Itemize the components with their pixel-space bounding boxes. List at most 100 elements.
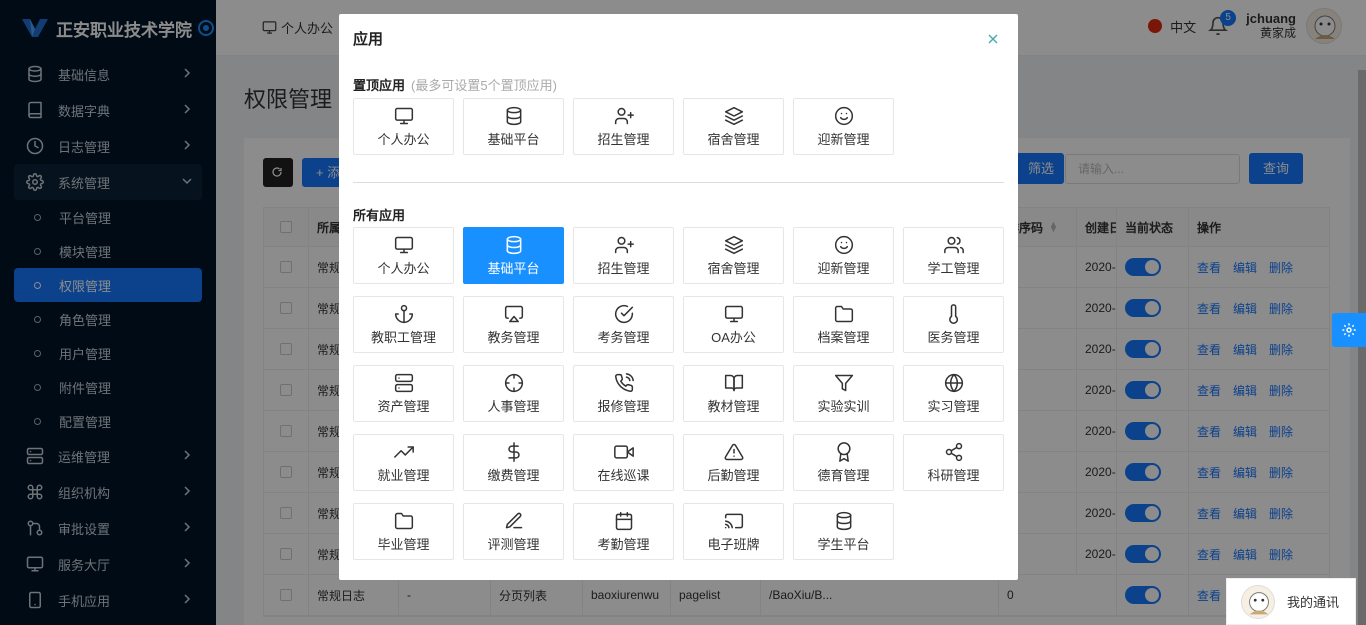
app-label: 档案管理 <box>817 329 870 345</box>
app-tile[interactable]: 毕业管理 <box>353 503 454 560</box>
user-plus-icon <box>614 107 634 124</box>
app-label: 科研管理 <box>927 467 980 483</box>
app-label: 实验实训 <box>817 398 870 414</box>
app-tile[interactable]: 基础平台 <box>463 98 564 155</box>
airplay-icon <box>504 305 523 322</box>
smile-icon <box>834 235 853 254</box>
app-tile[interactable]: 教材管理 <box>683 365 784 422</box>
app-tile[interactable]: 教务管理 <box>463 296 564 353</box>
video-icon <box>613 444 634 459</box>
app-tile[interactable]: 宿舍管理 <box>683 98 784 155</box>
app-tile[interactable]: 迎新管理 <box>793 227 894 284</box>
all-apps-grid: 个人办公 基础平台 招生管理 宿舍管理 迎新管理 学工管理教职工管理 教务管理 考务管理 OA办… <box>353 227 1004 560</box>
app-tile[interactable]: 缴费管理 <box>463 434 564 491</box>
app-label: 教材管理 <box>707 398 760 414</box>
app-tile[interactable]: 教职工管理 <box>353 296 454 353</box>
app-label: 迎新管理 <box>817 260 870 276</box>
app-tile[interactable]: 德育管理 <box>793 434 894 491</box>
apps-modal: 应用 置顶应用 (最多可设置5个置顶应用) 个人办公 基础平台 招生管理 宿舍管理 迎新管… <box>339 14 1018 580</box>
all-apps-title: 所有应用 <box>353 208 406 223</box>
app-label: 实习管理 <box>927 398 980 414</box>
app-tile[interactable]: 后勤管理 <box>683 434 784 491</box>
app-label: 毕业管理 <box>377 536 430 552</box>
book-open-icon <box>724 374 743 391</box>
chat-widget[interactable]: 我的通讯 <box>1226 578 1356 625</box>
app-tile[interactable]: 报修管理 <box>573 365 674 422</box>
section-divider <box>353 182 1004 183</box>
app-label: 招生管理 <box>597 260 650 276</box>
app-label: 教务管理 <box>487 329 540 345</box>
app-tile[interactable]: 迎新管理 <box>793 98 894 155</box>
app-label: 宿舍管理 <box>707 260 760 276</box>
app-tile[interactable]: 档案管理 <box>793 296 894 353</box>
database-icon <box>836 511 851 530</box>
monitor-icon <box>394 107 413 124</box>
check-circle-icon <box>614 304 633 323</box>
app-label: 人事管理 <box>487 398 540 414</box>
app-tile[interactable]: 个人办公 <box>353 98 454 155</box>
app-tile[interactable]: 学生平台 <box>793 503 894 560</box>
crosshair-icon <box>504 373 523 392</box>
app-tile[interactable]: 实验实训 <box>793 365 894 422</box>
monitor-icon <box>724 305 743 322</box>
thermometer-icon <box>948 303 958 324</box>
app-tile[interactable]: 宿舍管理 <box>683 227 784 284</box>
app-label: 德育管理 <box>817 467 870 483</box>
close-icon[interactable] <box>986 32 1000 46</box>
app-label: 个人办公 <box>377 260 430 276</box>
app-label: 评测管理 <box>487 536 540 552</box>
layers-icon <box>724 106 743 125</box>
app-tile[interactable]: 招生管理 <box>573 227 674 284</box>
modal-title: 应用 <box>353 31 384 48</box>
app-tile[interactable]: 个人办公 <box>353 227 454 284</box>
app-tile[interactable]: 医务管理 <box>903 296 1004 353</box>
pinned-title: 置顶应用 <box>353 78 406 93</box>
pinned-hint: (最多可设置5个置顶应用) <box>411 78 557 93</box>
app-tile[interactable]: 就业管理 <box>353 434 454 491</box>
users-icon <box>943 236 964 253</box>
app-tile[interactable]: 人事管理 <box>463 365 564 422</box>
app-tile[interactable]: 学工管理 <box>903 227 1004 284</box>
folder-icon <box>394 512 413 529</box>
dollar-icon <box>507 441 520 462</box>
app-tile[interactable]: 资产管理 <box>353 365 454 422</box>
settings-fab[interactable] <box>1332 313 1366 347</box>
app-label: 电子班牌 <box>707 536 760 552</box>
app-label: 宿舍管理 <box>707 131 760 147</box>
app-label: 个人办公 <box>377 131 430 147</box>
app-label: 教职工管理 <box>370 329 436 345</box>
app-label: 缴费管理 <box>487 467 540 483</box>
monitor-icon <box>394 236 413 253</box>
app-label: 考务管理 <box>597 329 650 345</box>
globe-icon <box>944 373 963 392</box>
app-tile[interactable]: 电子班牌 <box>683 503 784 560</box>
app-label: 基础平台 <box>487 260 540 276</box>
chat-label: 我的通讯 <box>1287 595 1340 610</box>
gear-icon <box>1342 323 1356 337</box>
app-tile[interactable]: 科研管理 <box>903 434 1004 491</box>
app-label: 学生平台 <box>817 536 870 552</box>
app-tile[interactable]: 考勤管理 <box>573 503 674 560</box>
database-icon <box>506 235 521 254</box>
app-tile[interactable]: 考务管理 <box>573 296 674 353</box>
cast-icon <box>724 513 743 528</box>
app-tile[interactable]: OA办公 <box>683 296 784 353</box>
app-tile[interactable]: 招生管理 <box>573 98 674 155</box>
app-label: 就业管理 <box>377 467 430 483</box>
alert-triangle-icon <box>724 443 743 460</box>
app-tile[interactable]: 基础平台 <box>463 227 564 284</box>
app-tile[interactable]: 在线巡课 <box>573 434 674 491</box>
app-tile[interactable]: 评测管理 <box>463 503 564 560</box>
pinned-apps-grid: 个人办公 基础平台 招生管理 宿舍管理 迎新管理 <box>353 98 1004 155</box>
app-label: 在线巡课 <box>597 467 650 483</box>
pen-icon <box>505 512 522 528</box>
chat-avatar <box>1241 584 1275 619</box>
calendar-icon <box>615 511 632 530</box>
user-plus-icon <box>614 236 634 253</box>
trending-up-icon <box>393 445 414 458</box>
app-tile[interactable]: 实习管理 <box>903 365 1004 422</box>
filter-icon <box>834 374 853 391</box>
phone-call-icon <box>614 372 634 392</box>
anchor-icon <box>394 304 413 323</box>
app-label: 迎新管理 <box>817 131 870 147</box>
